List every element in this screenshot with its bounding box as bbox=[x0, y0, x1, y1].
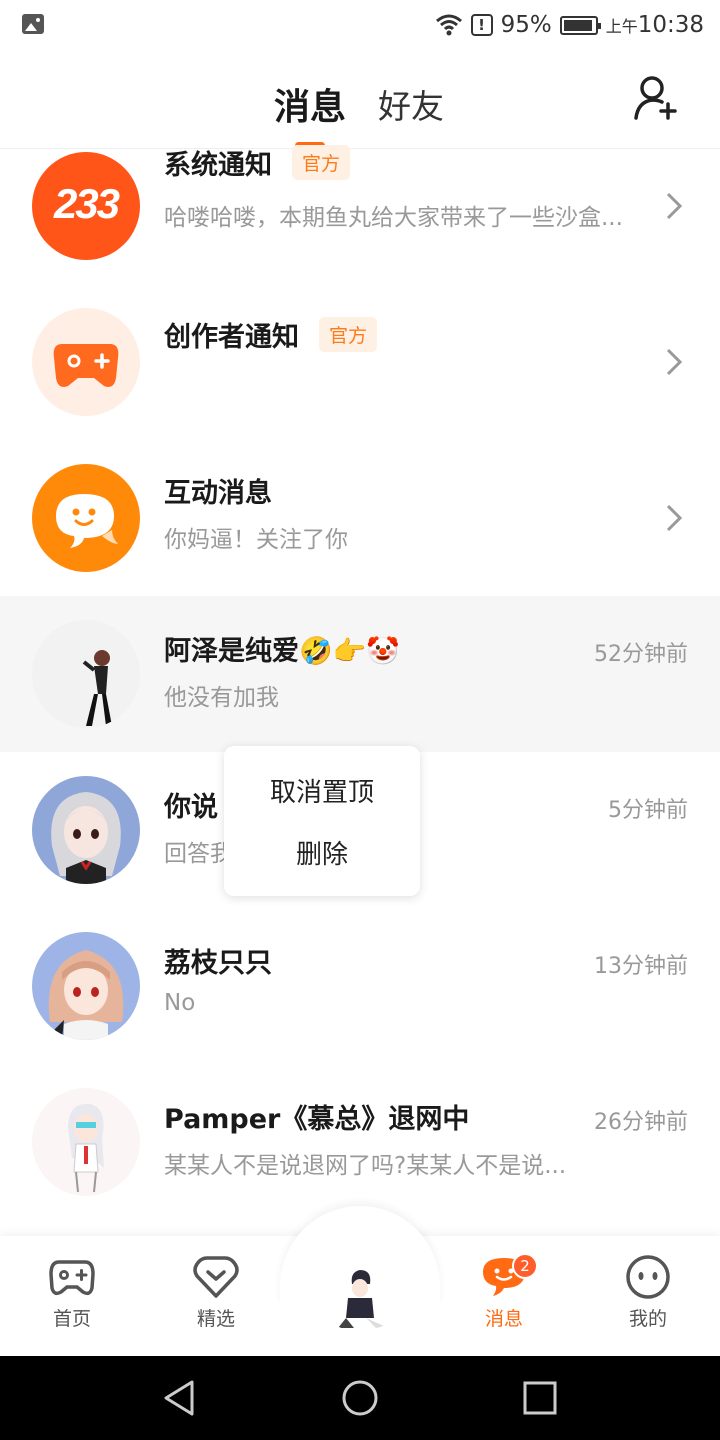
notification-title: 互动消息 bbox=[164, 477, 272, 509]
center-avatar-button[interactable] bbox=[310, 1222, 410, 1332]
chat-preview: 他没有加我 bbox=[164, 685, 279, 711]
notification-row-interaction[interactable]: 互动消息 你妈逼！关注了你 bbox=[0, 440, 720, 596]
avatar-creator bbox=[32, 308, 140, 416]
notification-title: 系统通知 官方 bbox=[164, 142, 351, 182]
back-icon[interactable] bbox=[160, 1378, 200, 1418]
gamepad-icon bbox=[49, 1260, 95, 1296]
chat-time: 13分钟前 bbox=[594, 954, 688, 979]
chat-time: 52分钟前 bbox=[594, 642, 688, 667]
nav-item-messages[interactable]: 消息 bbox=[454, 1254, 554, 1331]
avatar-figure bbox=[51, 792, 121, 884]
chat-preview: No bbox=[164, 990, 196, 1016]
avatar bbox=[32, 932, 140, 1040]
notification-row-system[interactable]: 233 系统通知 官方 哈喽哈喽，本期鱼丸给大家带来了一些沙盒... bbox=[0, 128, 720, 284]
status-bar-right: ! 95% 上午10:38 bbox=[435, 10, 704, 40]
notification-row-creator[interactable]: 创作者通知 官方 bbox=[0, 284, 720, 440]
delete-menu-item[interactable]: 删除 bbox=[224, 834, 420, 871]
nav-label: 消息 bbox=[484, 1308, 523, 1330]
chat-bubble-icon bbox=[56, 494, 118, 548]
nav-label: 精选 bbox=[196, 1308, 235, 1330]
official-badge: 官方 bbox=[319, 316, 378, 352]
avatar-233-text: 233 bbox=[53, 180, 120, 227]
add-friend-icon[interactable] bbox=[632, 74, 680, 122]
chevron-right-icon bbox=[666, 504, 683, 532]
chat-row-pinned[interactable]: 阿泽是纯爱🤣👉🤡 他没有加我 52分钟前 bbox=[0, 596, 720, 752]
wifi-icon bbox=[435, 14, 462, 36]
notification-preview: 你妈逼！关注了你 bbox=[164, 527, 348, 553]
heart-chevron-icon bbox=[193, 1256, 239, 1298]
unpin-menu-item[interactable]: 取消置顶 bbox=[224, 772, 420, 809]
official-badge: 官方 bbox=[292, 144, 351, 180]
chat-time: 5分钟前 bbox=[608, 798, 688, 823]
chat-row[interactable]: 荔枝只只 No 13分钟前 bbox=[0, 908, 720, 1064]
battery-icon bbox=[559, 15, 601, 35]
chat-name: 荔枝只只 bbox=[164, 947, 272, 979]
nav-item-home[interactable]: 首页 bbox=[22, 1254, 122, 1331]
notification-title: 创作者通知 官方 bbox=[164, 314, 378, 354]
nav-item-featured[interactable]: 精选 bbox=[166, 1254, 266, 1331]
chat-name: Pamper《慕总》退网中 bbox=[164, 1103, 470, 1135]
unread-count-badge: 2 bbox=[512, 1253, 538, 1279]
chevron-right-icon bbox=[666, 348, 683, 376]
chat-row[interactable]: Pamper《慕总》退网中 某某人不是说退网了吗?某某人不是说... 26分钟前 bbox=[0, 1064, 720, 1220]
avatar-figure bbox=[68, 1103, 104, 1193]
chat-time: 26分钟前 bbox=[594, 1110, 688, 1135]
avatar-interaction bbox=[32, 464, 140, 572]
chevron-right-icon bbox=[666, 192, 683, 220]
home-icon[interactable] bbox=[340, 1378, 380, 1418]
context-menu: 取消置顶 删除 bbox=[224, 746, 420, 896]
status-bar: ! 95% 上午10:38 bbox=[0, 0, 720, 50]
face-icon bbox=[626, 1255, 670, 1299]
tab-messages[interactable]: 消息 bbox=[274, 78, 346, 130]
nav-label: 我的 bbox=[628, 1308, 667, 1330]
notification-preview: 哈喽哈喽，本期鱼丸给大家带来了一些沙盒... bbox=[164, 205, 623, 231]
system-nav-bar bbox=[0, 1356, 720, 1440]
tab-friends[interactable]: 好友 bbox=[378, 80, 444, 128]
avatar-figure bbox=[338, 1270, 384, 1328]
battery-percent: 95% bbox=[500, 12, 552, 38]
chat-name: 阿泽是纯爱🤣👉🤡 bbox=[164, 635, 400, 667]
avatar-figure bbox=[48, 950, 124, 1040]
gamepad-icon bbox=[53, 344, 119, 387]
chat-preview: 某某人不是说退网了吗?某某人不是说... bbox=[164, 1153, 567, 1179]
clock: 上午10:38 bbox=[605, 12, 704, 38]
avatar bbox=[32, 776, 140, 884]
alert-icon: ! bbox=[470, 14, 493, 36]
avatar-figure bbox=[82, 650, 112, 726]
avatar-233: 233 bbox=[32, 152, 140, 260]
nav-label: 首页 bbox=[52, 1308, 91, 1330]
nav-item-me[interactable]: 我的 bbox=[598, 1254, 698, 1331]
avatar bbox=[32, 620, 140, 728]
avatar bbox=[32, 1088, 140, 1196]
image-icon bbox=[22, 14, 44, 34]
recents-icon[interactable] bbox=[520, 1378, 560, 1418]
